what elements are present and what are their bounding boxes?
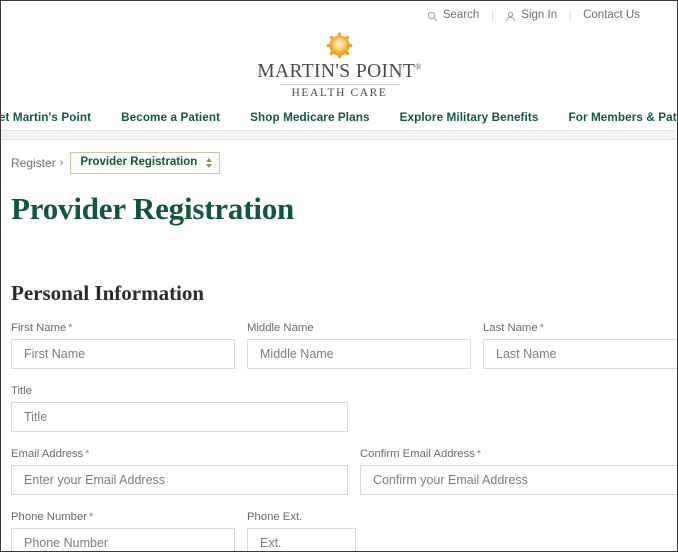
site-logo[interactable]: Martin's Point® Health Care bbox=[1, 31, 677, 105]
utility-nav: Search Sign In Contact Us bbox=[1, 1, 677, 31]
form-row-phone: Phone Number* Phone Ext. bbox=[11, 511, 677, 551]
first-name-input[interactable] bbox=[11, 339, 235, 370]
nav-item-become-a-patient[interactable]: Become a Patient bbox=[121, 111, 220, 124]
field-label-last-name: Last Name * bbox=[483, 322, 544, 335]
nav-band bbox=[1, 131, 677, 141]
field-middle-name: Middle Name bbox=[247, 322, 471, 370]
field-label-confirm-email-address: Confirm Email Address * bbox=[360, 448, 482, 461]
field-confirm-email-address: Confirm Email Address * bbox=[360, 448, 677, 496]
utility-item-search[interactable]: Search bbox=[414, 10, 492, 22]
form-row-title: Title bbox=[11, 385, 677, 433]
field-label-email-address: Email Address * bbox=[11, 448, 90, 461]
title-input[interactable] bbox=[11, 402, 348, 433]
phone-ext-input[interactable] bbox=[247, 528, 356, 551]
breadcrumb-section-select[interactable]: Provider Registration bbox=[70, 152, 221, 174]
stepper-updown-icon bbox=[206, 157, 213, 168]
field-label-first-name: First Name * bbox=[11, 322, 73, 335]
required-marker: * bbox=[539, 322, 544, 335]
logo-name-text: Martin's Point bbox=[257, 61, 416, 82]
breadcrumb-current-label: Provider Registration bbox=[80, 156, 198, 169]
logo-subtitle: Health Care bbox=[291, 87, 388, 100]
middle-name-input[interactable] bbox=[247, 339, 471, 370]
field-email-address: Email Address * bbox=[11, 448, 348, 496]
search-icon bbox=[427, 11, 438, 22]
user-icon bbox=[505, 11, 516, 22]
breadcrumb-separator-icon: › bbox=[59, 156, 64, 169]
utility-item-contact-us[interactable]: Contact Us bbox=[570, 10, 640, 22]
required-marker: * bbox=[85, 448, 90, 461]
logo-wordmark: Martin's Point® bbox=[257, 61, 422, 82]
nav-item-shop-medicare-plans[interactable]: Shop Medicare Plans bbox=[250, 111, 369, 124]
nav-item-for-members-patients[interactable]: For Members & Patients bbox=[569, 111, 678, 124]
field-first-name: First Name * bbox=[11, 322, 235, 370]
field-label-phone-number: Phone Number * bbox=[11, 511, 94, 524]
logo-divider bbox=[279, 84, 400, 86]
utility-item-label: Search bbox=[442, 9, 480, 22]
utility-item-sign-in[interactable]: Sign In bbox=[492, 10, 570, 22]
form-row-email: Email Address* Confirm Email Address* bbox=[11, 448, 677, 496]
field-phone-number: Phone Number * bbox=[11, 511, 235, 551]
field-label-title: Title bbox=[11, 385, 32, 398]
sunburst-icon bbox=[326, 32, 353, 59]
main-navigation: Meet Martin's Point Become a Patient Sho… bbox=[1, 105, 678, 130]
field-title: Title bbox=[11, 385, 348, 433]
field-label-phone-ext: Phone Ext. bbox=[247, 511, 303, 524]
nav-item-explore-military-benefits[interactable]: Explore Military Benefits bbox=[400, 111, 539, 124]
field-label-middle-name: Middle Name bbox=[247, 322, 314, 335]
email-address-input[interactable] bbox=[11, 465, 348, 496]
utility-item-label: Contact Us bbox=[583, 9, 640, 22]
required-marker: * bbox=[476, 448, 482, 461]
field-phone-ext: Phone Ext. bbox=[247, 511, 356, 551]
confirm-email-address-input[interactable] bbox=[360, 465, 677, 496]
form-row-name: First Name* Middle Name Last Name* bbox=[11, 322, 677, 370]
logo-trademark: ® bbox=[415, 62, 422, 72]
required-marker: * bbox=[88, 511, 94, 524]
page-root: Search Sign In Contact Us MARTIN'S POINT… bbox=[1, 1, 678, 551]
section-title-personal-information: Personal Information bbox=[11, 281, 205, 306]
field-last-name: Last Name * bbox=[483, 322, 677, 370]
breadcrumb: Register › Provider Registration bbox=[1, 140, 677, 174]
main-content: Provider Registration Personal Informati… bbox=[1, 191, 677, 551]
utility-item-label: Sign In bbox=[521, 9, 558, 22]
last-name-input[interactable] bbox=[483, 339, 677, 370]
browser-viewport: Search Sign In Contact Us MARTIN'S POINT… bbox=[0, 0, 678, 552]
page-title: Provider Registration bbox=[11, 191, 295, 227]
breadcrumb-link-register[interactable]: Register bbox=[11, 156, 56, 170]
phone-number-input[interactable] bbox=[11, 528, 235, 551]
nav-item-meet-martins-point[interactable]: Meet Martin's Point bbox=[1, 111, 91, 124]
required-marker: * bbox=[68, 322, 73, 335]
